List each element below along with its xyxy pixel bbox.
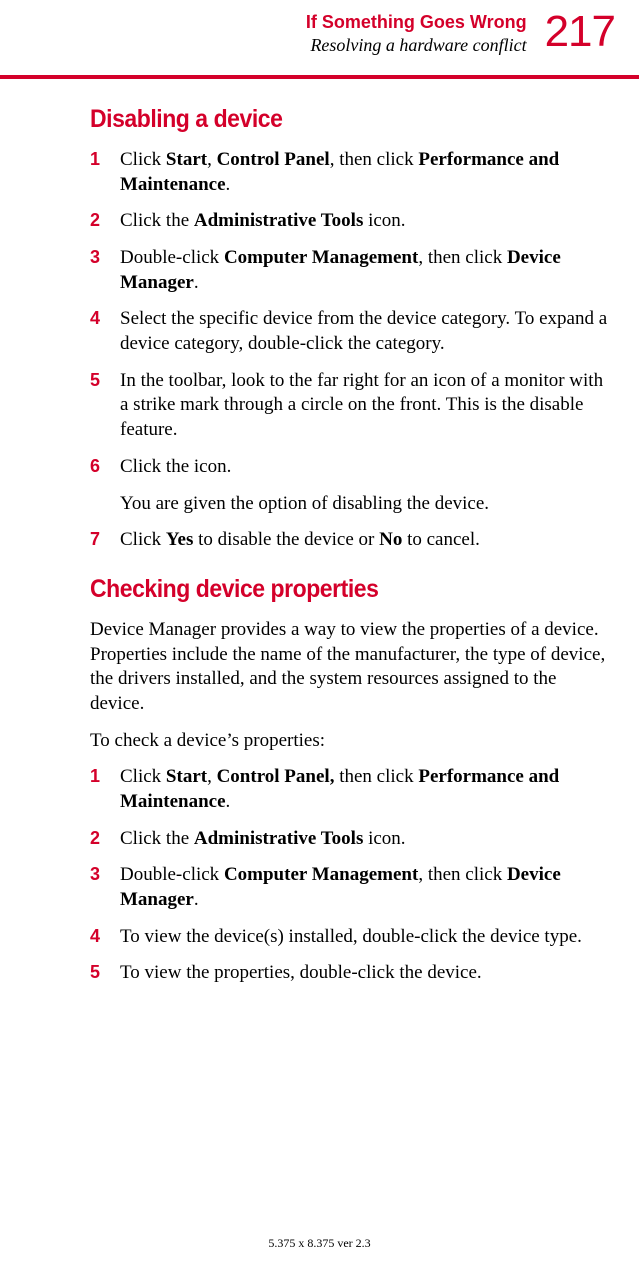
list-item: 2Click the Administrative Tools icon. bbox=[90, 209, 609, 234]
step-text: Select the specific device from the devi… bbox=[120, 307, 609, 356]
step-number: 4 bbox=[90, 925, 120, 948]
page-header: If Something Goes Wrong Resolving a hard… bbox=[90, 10, 615, 57]
list-item: 2Click the Administrative Tools icon. bbox=[90, 827, 609, 852]
step-number: 6 bbox=[90, 455, 120, 478]
step-text: Click the Administrative Tools icon. bbox=[120, 827, 609, 852]
step-number: 2 bbox=[90, 827, 120, 850]
intro-paragraph: Device Manager provides a way to view th… bbox=[90, 618, 609, 717]
step-text: Click Yes to disable the device or No to… bbox=[120, 528, 609, 553]
list-item: 7 Click Yes to disable the device or No … bbox=[90, 528, 609, 553]
step-number: 1 bbox=[90, 765, 120, 788]
list-item: 5In the toolbar, look to the far right f… bbox=[90, 369, 609, 443]
step-number: 1 bbox=[90, 148, 120, 171]
step-text: Click Start, Control Panel, then click P… bbox=[120, 765, 609, 814]
page-footer: 5.375 x 8.375 ver 2.3 bbox=[0, 1236, 639, 1251]
section-subtitle: Resolving a hardware conflict bbox=[306, 34, 527, 57]
lead-paragraph: To check a device’s properties: bbox=[90, 729, 609, 754]
step-number: 5 bbox=[90, 961, 120, 984]
step-text: Double-click Computer Management, then c… bbox=[120, 246, 609, 295]
step-text: Click Start, Control Panel, then click P… bbox=[120, 148, 609, 197]
step-number: 3 bbox=[90, 863, 120, 886]
heading-checking-properties: Checking device properties bbox=[90, 575, 567, 604]
step-number: 5 bbox=[90, 369, 120, 392]
heading-disabling-device: Disabling a device bbox=[90, 105, 567, 134]
step-text: Double-click Computer Management, then c… bbox=[120, 863, 609, 912]
step-text: Click the icon. bbox=[120, 455, 609, 480]
step-text: Click the Administrative Tools icon. bbox=[120, 209, 609, 234]
step-number: 3 bbox=[90, 246, 120, 269]
page-content: Disabling a device 1Click Start, Control… bbox=[90, 105, 615, 986]
list-item: 3Double-click Computer Management, then … bbox=[90, 863, 609, 912]
list-item: 4To view the device(s) installed, double… bbox=[90, 925, 609, 950]
list-item: 6Click the icon. bbox=[90, 455, 609, 480]
chapter-title: If Something Goes Wrong bbox=[306, 12, 527, 34]
list-item: 5To view the properties, double-click th… bbox=[90, 961, 609, 986]
list-item: 4Select the specific device from the dev… bbox=[90, 307, 609, 356]
list-item: 1Click Start, Control Panel, then click … bbox=[90, 148, 609, 197]
header-rule bbox=[0, 75, 639, 79]
step-number: 4 bbox=[90, 307, 120, 330]
step-6-note: You are given the option of disabling th… bbox=[120, 492, 609, 517]
list-item: 1Click Start, Control Panel, then click … bbox=[90, 765, 609, 814]
page-number: 217 bbox=[545, 10, 615, 54]
step-text: To view the properties, double-click the… bbox=[120, 961, 609, 986]
list-item: 3Double-click Computer Management, then … bbox=[90, 246, 609, 295]
step-text: In the toolbar, look to the far right fo… bbox=[120, 369, 609, 443]
step-number: 2 bbox=[90, 209, 120, 232]
step-number: 7 bbox=[90, 528, 120, 551]
step-text: To view the device(s) installed, double-… bbox=[120, 925, 609, 950]
